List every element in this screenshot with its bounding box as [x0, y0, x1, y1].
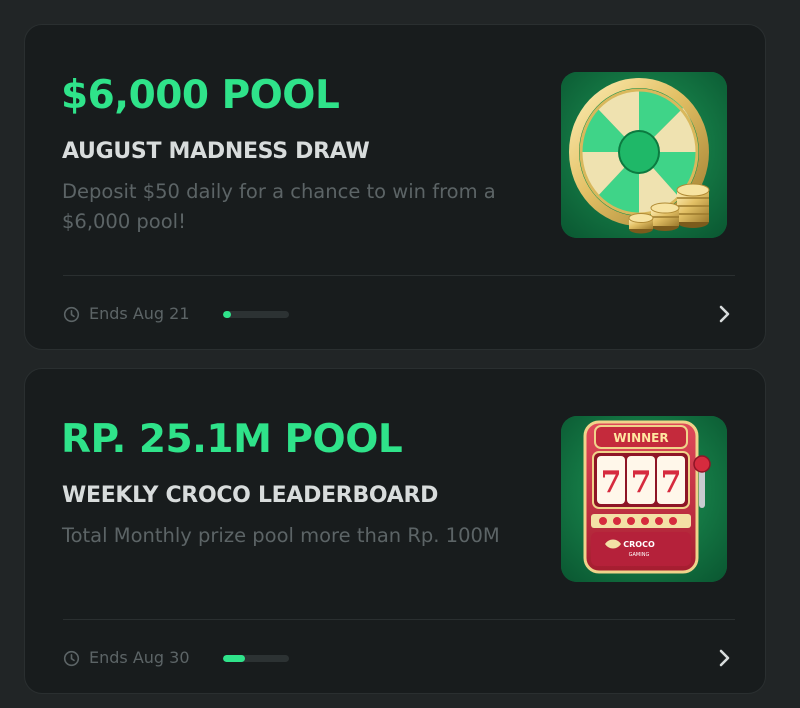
promo-description: Total Monthly prize pool more than Rp. 1… [62, 524, 500, 547]
promo-card-august-madness[interactable]: $6,000 POOL AUGUST MADNESS DRAW Deposit … [24, 24, 766, 350]
chevron-right-icon[interactable] [713, 303, 735, 325]
slot-brand-sub-text: GAMING [629, 552, 650, 558]
card-divider [63, 275, 735, 276]
card-footer: Ends Aug 30 [63, 647, 735, 671]
slot-banner-text: WINNER [613, 431, 668, 445]
ends-date: Ends Aug 21 [89, 304, 190, 323]
reel-2-symbol: 7 [631, 465, 652, 500]
gold-wheel-coins-image [561, 72, 727, 238]
card-divider [63, 619, 735, 620]
promo-card-croco-leaderboard[interactable]: RP. 25.1M POOL WEEKLY CROCO LEADERBOARD … [24, 368, 766, 694]
promo-title: WEEKLY CROCO LEADERBOARD [62, 483, 439, 508]
slot-brand-text: CROCO [623, 540, 655, 549]
clock-icon [63, 306, 80, 323]
chevron-right-icon[interactable] [713, 647, 735, 669]
promo-description: Deposit $50 daily for a chance to win fr… [62, 180, 496, 233]
progress-fill [223, 655, 245, 662]
ends-date: Ends Aug 30 [89, 648, 190, 667]
card-footer: Ends Aug 21 [63, 303, 735, 327]
pool-amount: RP. 25.1M POOL [61, 417, 403, 462]
progress-fill [223, 311, 231, 318]
progress-bar [223, 655, 289, 662]
pool-amount: $6,000 POOL [61, 73, 340, 118]
promo-title: AUGUST MADNESS DRAW [62, 139, 370, 164]
progress-bar [223, 311, 289, 318]
reel-3-symbol: 7 [661, 465, 682, 500]
slot-machine-winner-image: WINNER 7 7 7 CROCO GAMING [561, 416, 727, 582]
reel-1-symbol: 7 [601, 465, 622, 500]
clock-icon [63, 650, 80, 667]
